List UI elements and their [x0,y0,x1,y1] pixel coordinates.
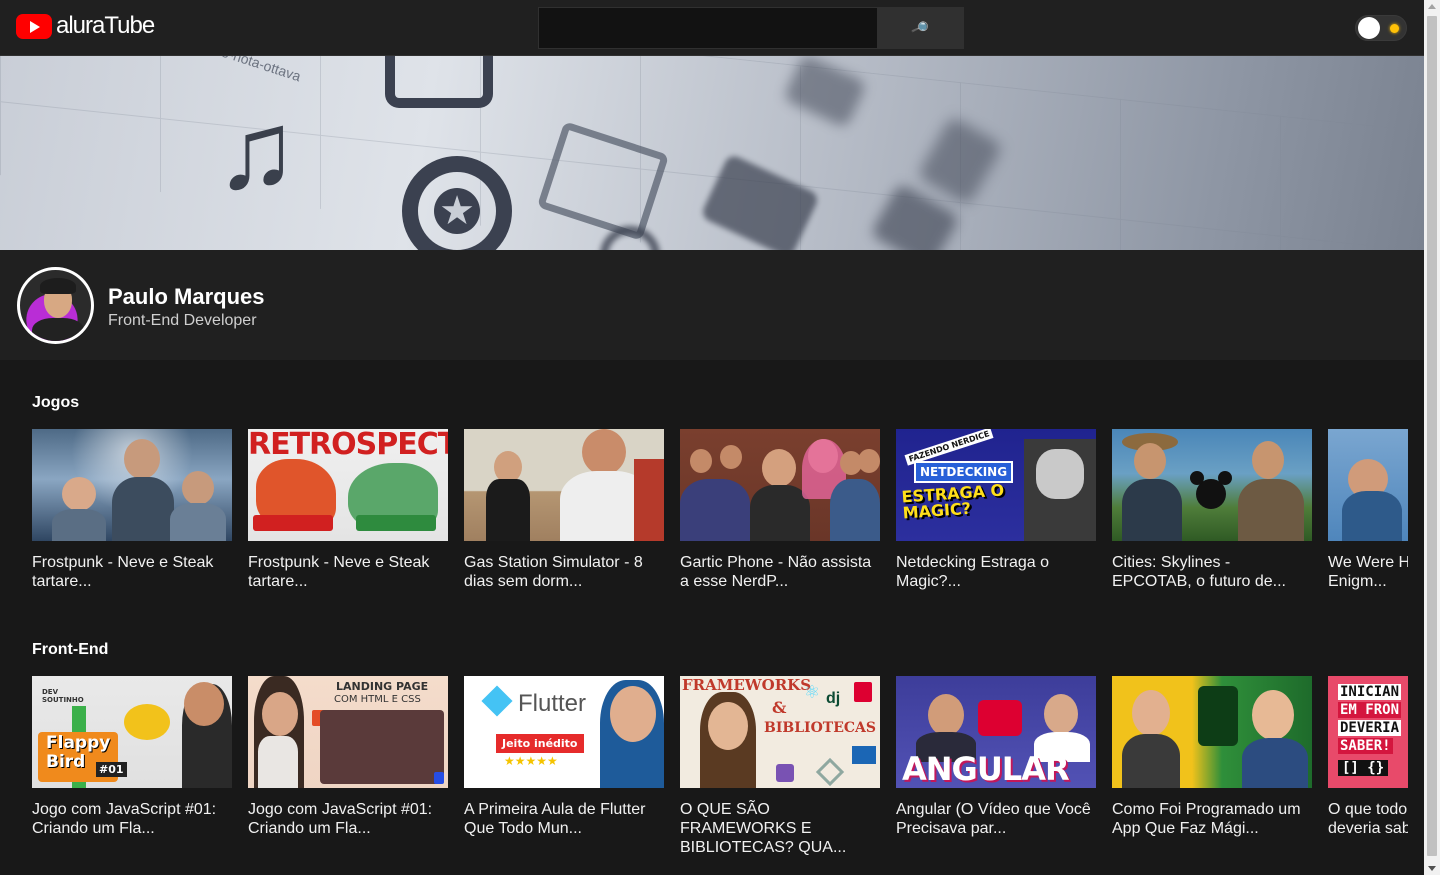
thumb-text: LANDING PAGE [336,680,429,693]
video-row-front-end: DEV SOUTINHO Flappy Bird #01 Jogo com Ja… [32,676,1408,875]
video-card[interactable]: INICIAN EM FRON DEVERIA SABER! [] {} O q… [1328,676,1408,838]
thumb-text: EM FRON [1338,702,1402,718]
section-title-front-end: Front-End [32,641,109,658]
thumb-text: ESTRAGA O MAGIC? [900,480,1005,523]
scroll-up-arrow-icon[interactable] [1428,4,1436,9]
thumb-text: [] {} [1338,760,1389,776]
search-bar: 🔎 [538,7,964,49]
video-title[interactable]: Jogo com JavaScript #01: Criando um Fla.… [248,800,448,838]
video-thumbnail[interactable]: INICIAN EM FRON DEVERIA SABER! [] {} [1328,676,1408,788]
video-title[interactable]: Como Foi Programado um App Que Faz Mági.… [1112,800,1312,838]
video-thumbnail[interactable] [464,429,664,541]
thumb-text: ANGULAR [902,750,1070,788]
video-row-jogos: Frostpunk - Neve e Steak tartare... RETR… [32,429,1408,629]
video-title[interactable]: Jogo com JavaScript #01: Criando um Fla.… [32,800,232,838]
channel-profile: Paulo Marques Front-End Developer [0,250,1424,360]
channel-role: Front-End Developer [108,312,257,329]
youtube-play-icon [16,13,52,39]
video-thumbnail[interactable] [32,429,232,541]
video-title[interactable]: Cities: Skylines - EPCOTAB, o futuro de.… [1112,553,1312,591]
vertical-scrollbar[interactable] [1424,0,1440,875]
video-thumbnail[interactable]: DEV SOUTINHO Flappy Bird #01 [32,676,232,788]
app-window: aluraTube 🔎 8-nota-ottava ♫ ★ Paulo Marq… [0,0,1424,875]
thumb-text: DEV SOUTINHO [42,688,84,704]
video-card[interactable]: ANGULAR Angular (O Vídeo que Você Precis… [896,676,1096,838]
search-icon: 🔎 [910,17,931,38]
logo-text: aluraTube [56,12,155,39]
video-title[interactable]: We Were Here - Os Enigm... [1328,553,1408,591]
video-card[interactable]: Gartic Phone - Não assista a esse NerdP.… [680,429,880,591]
video-thumbnail[interactable] [1328,429,1408,541]
thumb-text: Flappy [46,733,111,753]
search-input[interactable] [539,8,878,48]
thumb-text: INICIAN [1338,684,1402,700]
video-title[interactable]: O que todo dev Front End deveria saber..… [1328,800,1408,838]
theme-toggle[interactable] [1355,15,1407,41]
video-thumbnail[interactable] [1112,676,1312,788]
video-title[interactable]: Frostpunk - Neve e Steak tartare... [32,553,232,591]
video-card[interactable]: Frostpunk - Neve e Steak tartare... [32,429,232,591]
video-card[interactable]: RETROSPECTIVA Frostpunk - Neve e Steak t… [248,429,448,591]
video-card[interactable]: Cities: Skylines - EPCOTAB, o futuro de.… [1112,429,1312,591]
logo[interactable]: aluraTube [16,12,155,40]
thumb-text: Flutter [518,690,587,717]
section-title-jogos: Jogos [32,394,80,411]
video-title[interactable]: Netdecking Estraga o Magic?... [896,553,1096,591]
channel-name: Paulo Marques [108,284,265,309]
avatar-hair [40,278,76,294]
video-title[interactable]: O QUE SÃO FRAMEWORKS E BIBLIOTECAS? QUA.… [680,800,880,857]
thumb-text: Jeito inédito [496,734,584,753]
video-card[interactable]: Flutter Jeito inédito ★★★★★ A Primeira A… [464,676,664,838]
thumb-text: COM HTML E CSS [334,694,421,705]
video-card[interactable]: Como Foi Programado um App Que Faz Mági.… [1112,676,1312,838]
video-card[interactable]: LANDING PAGE COM HTML E CSS Jogo com Jav… [248,676,448,838]
video-title[interactable]: Gas Station Simulator - 8 dias sem dorm.… [464,553,664,591]
search-button[interactable]: 🔎 [877,8,963,48]
thumb-text: SABER! [1338,738,1393,754]
video-thumbnail[interactable]: LANDING PAGE COM HTML E CSS [248,676,448,788]
video-thumbnail[interactable]: Flutter Jeito inédito ★★★★★ [464,676,664,788]
video-card[interactable]: Gas Station Simulator - 8 dias sem dorm.… [464,429,664,591]
video-thumbnail[interactable]: ANGULAR [896,676,1096,788]
video-card[interactable]: DEV SOUTINHO Flappy Bird #01 Jogo com Ja… [32,676,232,838]
thumb-text: Bird [46,752,86,772]
video-card[interactable]: FRAMEWORKS & BIBLIOTECAS ⚛ dj O QUE SÃO … [680,676,880,857]
channel-banner: 8-nota-ottava ♫ ★ [0,56,1424,250]
video-title[interactable]: Angular (O Vídeo que Você Precisava par.… [896,800,1096,838]
thumb-text: RETROSPECTIVA [248,429,448,462]
video-title[interactable]: Frostpunk - Neve e Steak tartare... [248,553,448,591]
thumb-text: BIBLIOTECAS [764,720,877,736]
music-note-icon: ♫ [215,89,298,212]
video-card[interactable]: FAZENDO NERDICE NETDECKING ESTRAGA O MAG… [896,429,1096,591]
thumb-text: FRAMEWORKS [682,676,812,694]
scroll-down-arrow-icon[interactable] [1428,866,1436,871]
video-thumbnail[interactable]: FAZENDO NERDICE NETDECKING ESTRAGA O MAG… [896,429,1096,541]
video-thumbnail[interactable] [1112,429,1312,541]
dice-icon [385,56,493,108]
video-title[interactable]: A Primeira Aula de Flutter Que Todo Mun.… [464,800,664,838]
thumb-text: & [772,698,787,717]
toggle-knob [1358,17,1380,39]
video-card[interactable]: We Were Here - Os Enigm... [1328,429,1408,591]
video-title[interactable]: Gartic Phone - Não assista a esse NerdP.… [680,553,880,591]
video-thumbnail[interactable]: RETROSPECTIVA [248,429,448,541]
avatar[interactable] [17,267,94,344]
avatar-body [32,318,84,341]
top-bar: aluraTube 🔎 [0,0,1424,56]
scrollbar-thumb[interactable] [1427,16,1437,856]
thumb-text: DEVERIA [1338,720,1402,736]
video-thumbnail[interactable]: FRAMEWORKS & BIBLIOTECAS ⚛ dj [680,676,880,788]
thumb-text: #01 [96,762,127,777]
sun-icon [1390,24,1399,33]
thumb-text: NETDECKING [914,461,1014,483]
video-thumbnail[interactable] [680,429,880,541]
